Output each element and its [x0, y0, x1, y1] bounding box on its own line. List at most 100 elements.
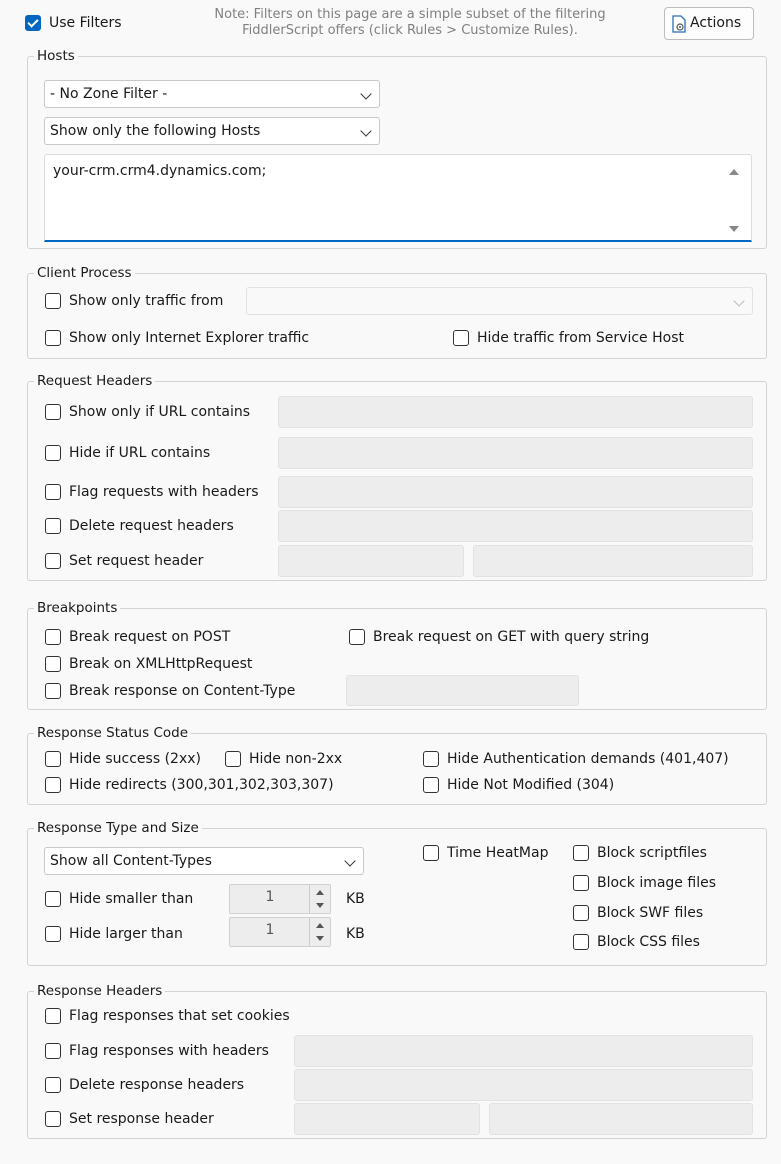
- show-if-url-contains-label[interactable]: Show only if URL contains: [69, 403, 250, 421]
- content-type-select[interactable]: Show all Content-Types: [44, 847, 364, 875]
- hide-not-modified-label[interactable]: Hide Not Modified (304): [447, 776, 614, 794]
- hide-non-2xx-label[interactable]: Hide non-2xx: [249, 750, 342, 768]
- response-status-group: [27, 733, 767, 805]
- hide-smaller-label[interactable]: Hide smaller than: [69, 890, 193, 908]
- hide-non-2xx-checkbox[interactable]: [225, 751, 241, 767]
- use-filters-label[interactable]: Use Filters: [49, 14, 122, 32]
- flag-requests-headers-input[interactable]: [278, 476, 753, 508]
- larger-size-unit: KB: [346, 926, 365, 942]
- spin-down-icon[interactable]: [316, 903, 324, 908]
- use-filters-checkbox[interactable]: [25, 15, 41, 31]
- hide-redirects-label[interactable]: Hide redirects (300,301,302,303,307): [69, 776, 334, 794]
- block-swf-checkbox[interactable]: [573, 905, 589, 921]
- break-on-xhr-label[interactable]: Break on XMLHttpRequest: [69, 655, 252, 673]
- flag-requests-headers-checkbox[interactable]: [45, 484, 61, 500]
- flag-response-headers-checkbox[interactable]: [45, 1043, 61, 1059]
- show-only-from-label[interactable]: Show only traffic from: [69, 292, 223, 310]
- request-headers-title: Request Headers: [34, 373, 156, 389]
- set-request-header-name-input[interactable]: [278, 545, 464, 577]
- break-on-post-checkbox[interactable]: [45, 629, 61, 645]
- hide-if-url-contains-label[interactable]: Hide if URL contains: [69, 444, 210, 462]
- scroll-up-icon[interactable]: [729, 169, 739, 175]
- delete-request-headers-checkbox[interactable]: [45, 518, 61, 534]
- actions-label: Actions: [690, 15, 742, 31]
- set-response-header-name-input[interactable]: [294, 1103, 480, 1135]
- time-heatmap-checkbox[interactable]: [423, 845, 439, 861]
- hide-if-url-contains-input[interactable]: [278, 437, 753, 469]
- hide-smaller-checkbox[interactable]: [45, 891, 61, 907]
- delete-request-headers-label[interactable]: Delete request headers: [69, 517, 234, 535]
- chevron-down-icon: [360, 88, 372, 100]
- delete-request-headers-input[interactable]: [278, 510, 753, 542]
- process-select[interactable]: [246, 287, 753, 315]
- show-only-ie-checkbox[interactable]: [45, 330, 61, 346]
- delete-response-headers-checkbox[interactable]: [45, 1077, 61, 1093]
- block-swf-label[interactable]: Block SWF files: [597, 904, 703, 922]
- show-if-url-contains-input[interactable]: [278, 396, 753, 428]
- chevron-down-icon: [733, 295, 745, 307]
- set-response-header-label[interactable]: Set response header: [69, 1110, 214, 1128]
- hide-larger-label[interactable]: Hide larger than: [69, 925, 183, 943]
- hide-not-modified-checkbox[interactable]: [423, 777, 439, 793]
- set-request-header-label[interactable]: Set request header: [69, 552, 203, 570]
- hide-success-checkbox[interactable]: [45, 751, 61, 767]
- larger-size-stepper[interactable]: 1: [229, 917, 331, 947]
- block-image-checkbox[interactable]: [573, 875, 589, 891]
- break-content-type-input[interactable]: [346, 675, 579, 706]
- hide-redirects-checkbox[interactable]: [45, 777, 61, 793]
- block-script-checkbox[interactable]: [573, 845, 589, 861]
- time-heatmap-label[interactable]: Time HeatMap: [447, 844, 548, 862]
- hide-auth-demands-checkbox[interactable]: [423, 751, 439, 767]
- spin-up-icon[interactable]: [316, 890, 324, 895]
- break-response-content-type-label[interactable]: Break response on Content-Type: [69, 682, 295, 700]
- break-on-get-query-label[interactable]: Break request on GET with query string: [373, 628, 649, 646]
- delete-response-headers-label[interactable]: Delete response headers: [69, 1076, 244, 1094]
- hide-if-url-contains-checkbox[interactable]: [45, 445, 61, 461]
- break-on-post-label[interactable]: Break request on POST: [69, 628, 230, 646]
- chevron-down-icon: [360, 125, 372, 137]
- spin-down-icon[interactable]: [316, 936, 324, 941]
- spin-up-icon[interactable]: [316, 923, 324, 928]
- response-type-title: Response Type and Size: [34, 820, 202, 836]
- set-request-header-value-input[interactable]: [473, 545, 753, 577]
- break-on-get-query-checkbox[interactable]: [349, 629, 365, 645]
- filters-note-line2: FiddlerScript offers (click Rules > Cust…: [242, 23, 578, 38]
- host-filter-select[interactable]: Show only the following Hosts: [44, 117, 380, 145]
- scroll-down-icon[interactable]: [729, 226, 739, 232]
- delete-response-headers-input[interactable]: [294, 1069, 753, 1101]
- flag-set-cookies-label[interactable]: Flag responses that set cookies: [69, 1007, 290, 1025]
- show-only-from-checkbox[interactable]: [45, 293, 61, 309]
- block-css-label[interactable]: Block CSS files: [597, 933, 700, 951]
- content-type-value: Show all Content-Types: [50, 853, 212, 869]
- block-script-label[interactable]: Block scriptfiles: [597, 844, 707, 862]
- smaller-size-spin-buttons[interactable]: [309, 885, 330, 913]
- hide-service-host-checkbox[interactable]: [453, 330, 469, 346]
- hide-larger-checkbox[interactable]: [45, 926, 61, 942]
- actions-button[interactable]: Actions: [664, 7, 754, 40]
- larger-size-spin-buttons[interactable]: [309, 918, 330, 946]
- hide-success-label[interactable]: Hide success (2xx): [69, 750, 201, 768]
- hide-service-host-label[interactable]: Hide traffic from Service Host: [477, 329, 684, 347]
- flag-requests-headers-label[interactable]: Flag requests with headers: [69, 483, 259, 501]
- flag-response-headers-input[interactable]: [294, 1035, 753, 1067]
- hosts-textarea[interactable]: your-crm.crm4.dynamics.com;: [44, 154, 752, 242]
- response-status-title: Response Status Code: [34, 725, 191, 741]
- smaller-size-value: 1: [265, 889, 275, 905]
- show-if-url-contains-checkbox[interactable]: [45, 404, 61, 420]
- set-response-header-value-input[interactable]: [489, 1103, 753, 1135]
- flag-set-cookies-checkbox[interactable]: [45, 1008, 61, 1024]
- block-image-label[interactable]: Block image files: [597, 874, 716, 892]
- set-request-header-checkbox[interactable]: [45, 553, 61, 569]
- hosts-title: Hosts: [34, 48, 78, 64]
- show-only-ie-label[interactable]: Show only Internet Explorer traffic: [69, 329, 309, 347]
- block-css-checkbox[interactable]: [573, 934, 589, 950]
- break-on-xhr-checkbox[interactable]: [45, 656, 61, 672]
- set-response-header-checkbox[interactable]: [45, 1111, 61, 1127]
- hide-auth-demands-label[interactable]: Hide Authentication demands (401,407): [447, 750, 729, 768]
- smaller-size-unit: KB: [346, 891, 365, 907]
- smaller-size-stepper[interactable]: 1: [229, 884, 331, 914]
- zone-filter-select[interactable]: - No Zone Filter -: [44, 80, 380, 108]
- flag-response-headers-label[interactable]: Flag responses with headers: [69, 1042, 269, 1060]
- filters-note: Note: Filters on this page are a simple …: [160, 7, 660, 39]
- break-response-content-type-checkbox[interactable]: [45, 683, 61, 699]
